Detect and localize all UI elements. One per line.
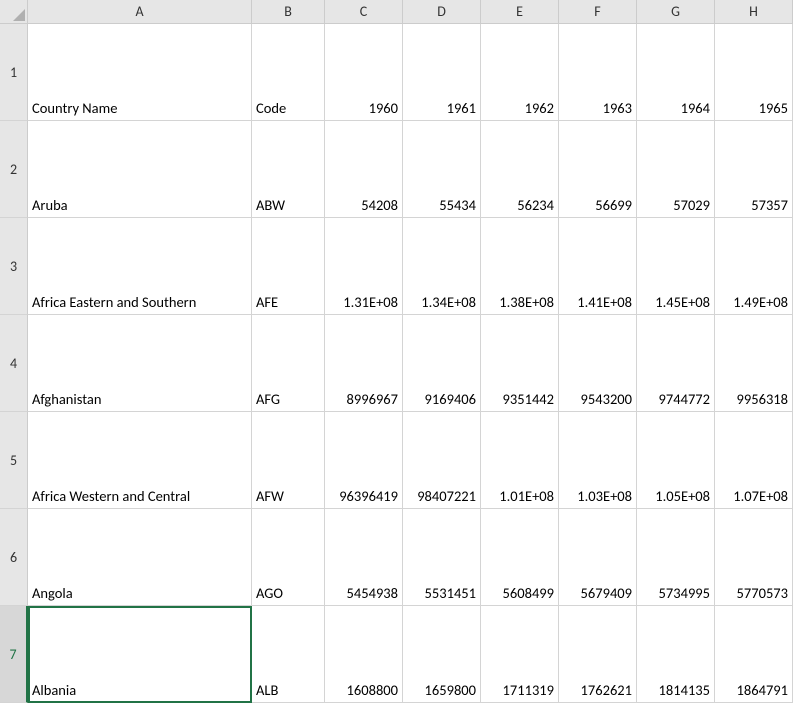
cell-F6[interactable]: 5679409 [559,509,637,606]
row-header-6[interactable]: 6 [0,509,28,606]
cell-H5[interactable]: 1.07E+08 [715,412,793,509]
cell-G1[interactable]: 1964 [637,24,715,121]
col-header-H[interactable]: H [715,0,793,24]
cell-E7[interactable]: 1711319 [481,606,559,703]
cell-H3[interactable]: 1.49E+08 [715,218,793,315]
row-header-5[interactable]: 5 [0,412,28,509]
cell-G3[interactable]: 1.45E+08 [637,218,715,315]
cell-D2[interactable]: 55434 [403,121,481,218]
cell-B5[interactable]: AFW [252,412,325,509]
cell-B3[interactable]: AFE [252,218,325,315]
select-all-corner[interactable] [0,0,28,24]
cell-C4[interactable]: 8996967 [325,315,403,412]
cell-D3[interactable]: 1.34E+08 [403,218,481,315]
row-header-3[interactable]: 3 [0,218,28,315]
cell-D1[interactable]: 1961 [403,24,481,121]
cell-E2[interactable]: 56234 [481,121,559,218]
cell-E5[interactable]: 1.01E+08 [481,412,559,509]
cell-A3[interactable]: Africa Eastern and Southern [28,218,252,315]
cell-B1[interactable]: Code [252,24,325,121]
row-header-7[interactable]: 7 [0,606,28,703]
cell-B6[interactable]: AGO [252,509,325,606]
spreadsheet-grid[interactable]: A B C D E F G H 1 Country Name Code 1960… [0,0,810,720]
cell-A2[interactable]: Aruba [28,121,252,218]
cell-E4[interactable]: 9351442 [481,315,559,412]
col-header-C[interactable]: C [325,0,403,24]
cell-B7[interactable]: ALB [252,606,325,703]
col-header-F[interactable]: F [559,0,637,24]
cell-B2[interactable]: ABW [252,121,325,218]
cell-C6[interactable]: 5454938 [325,509,403,606]
cell-E1[interactable]: 1962 [481,24,559,121]
cell-D6[interactable]: 5531451 [403,509,481,606]
cell-C1[interactable]: 1960 [325,24,403,121]
cell-A5[interactable]: Africa Western and Central [28,412,252,509]
cell-F2[interactable]: 56699 [559,121,637,218]
cell-G5[interactable]: 1.05E+08 [637,412,715,509]
row-header-2[interactable]: 2 [0,121,28,218]
col-header-G[interactable]: G [637,0,715,24]
cell-E6[interactable]: 5608499 [481,509,559,606]
col-header-D[interactable]: D [403,0,481,24]
cell-F5[interactable]: 1.03E+08 [559,412,637,509]
col-header-A[interactable]: A [28,0,252,24]
row-header-1[interactable]: 1 [0,24,28,121]
cell-F1[interactable]: 1963 [559,24,637,121]
cell-A7[interactable]: Albania [28,606,252,703]
cell-C7[interactable]: 1608800 [325,606,403,703]
cell-D5[interactable]: 98407221 [403,412,481,509]
cell-F7[interactable]: 1762621 [559,606,637,703]
cell-G7[interactable]: 1814135 [637,606,715,703]
col-header-B[interactable]: B [252,0,325,24]
cell-C3[interactable]: 1.31E+08 [325,218,403,315]
cell-B4[interactable]: AFG [252,315,325,412]
cell-D4[interactable]: 9169406 [403,315,481,412]
cell-H1[interactable]: 1965 [715,24,793,121]
cell-A4[interactable]: Afghanistan [28,315,252,412]
cell-H2[interactable]: 57357 [715,121,793,218]
col-header-E[interactable]: E [481,0,559,24]
cell-H7[interactable]: 1864791 [715,606,793,703]
select-all-triangle-icon [13,9,25,21]
cell-C5[interactable]: 96396419 [325,412,403,509]
cell-A1[interactable]: Country Name [28,24,252,121]
cell-G6[interactable]: 5734995 [637,509,715,606]
cell-H6[interactable]: 5770573 [715,509,793,606]
cell-G4[interactable]: 9744772 [637,315,715,412]
cell-F4[interactable]: 9543200 [559,315,637,412]
cell-D7[interactable]: 1659800 [403,606,481,703]
cell-E3[interactable]: 1.38E+08 [481,218,559,315]
cell-A6[interactable]: Angola [28,509,252,606]
cell-G2[interactable]: 57029 [637,121,715,218]
cell-F3[interactable]: 1.41E+08 [559,218,637,315]
cell-C2[interactable]: 54208 [325,121,403,218]
row-header-4[interactable]: 4 [0,315,28,412]
cell-H4[interactable]: 9956318 [715,315,793,412]
